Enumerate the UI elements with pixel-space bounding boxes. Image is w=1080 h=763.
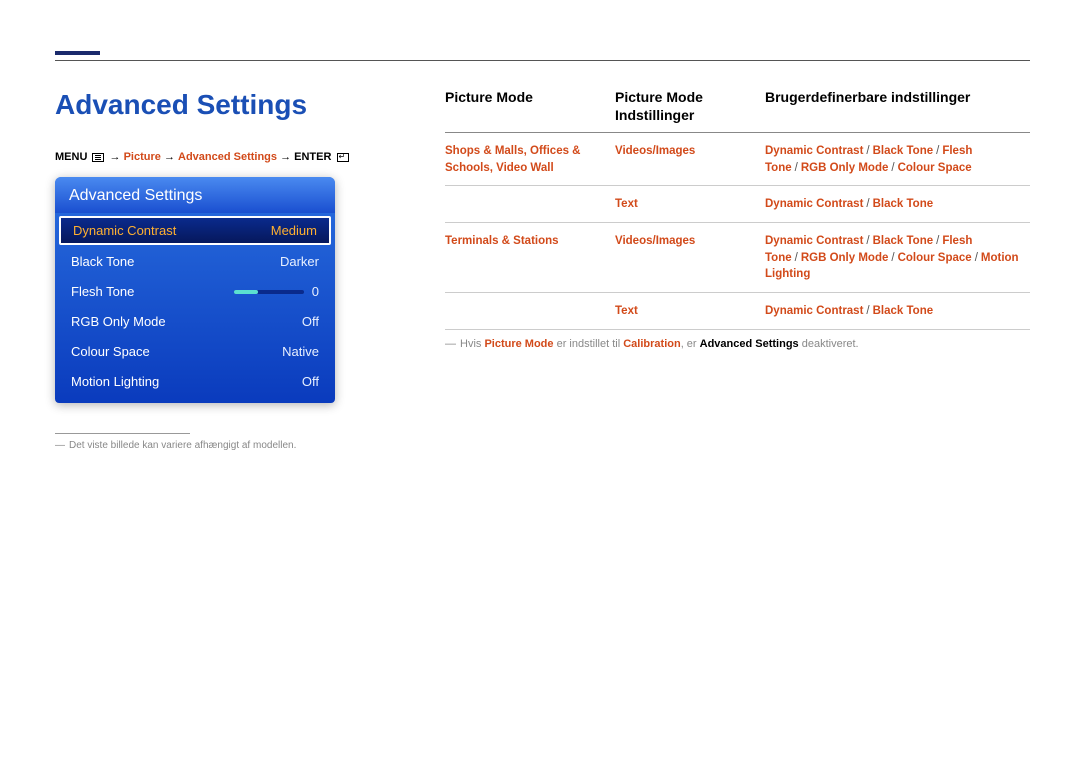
osd-value: Darker [280,254,319,269]
footnote-text: Det viste billede kan variere afhængigt … [69,440,296,451]
cell-picture-mode-setting: Text [615,303,765,320]
bc-advanced: Advanced Settings [178,151,277,163]
th-picture-mode-settings: Picture Mode Indstillinger [615,89,765,124]
breadcrumb: MENU → Picture → Advanced Settings → ENT… [55,151,405,163]
th-user-settings: Brugerdefinerbare indstillinger [765,89,1030,124]
table-row: Shops & Malls, Offices & Schools, Video … [445,133,1030,186]
bc-menu: MENU [55,151,87,163]
table-row: TextDynamic Contrast/Black Tone [445,293,1030,330]
enter-icon [337,153,349,162]
osd-row-black-tone[interactable]: Black Tone Darker [57,247,333,276]
osd-value: Off [302,314,319,329]
bc-picture: Picture [124,151,161,163]
cell-user-settings: Dynamic Contrast/Black Tone/Flesh Tone/R… [765,143,1030,176]
osd-value: Native [282,344,319,359]
footnote-left: ―Det viste billede kan variere afhængigt… [55,440,405,451]
menu-icon [92,153,104,162]
table-row: TextDynamic Contrast/Black Tone [445,186,1030,223]
osd-header: Advanced Settings [55,177,335,213]
arrow-icon: → [110,151,121,163]
settings-table: Picture Mode Picture Mode Indstillinger … [445,89,1030,330]
osd-row-flesh-tone[interactable]: Flesh Tone 0 [57,277,333,306]
osd-label: Colour Space [71,344,150,359]
cell-picture-mode-setting: Videos/Images [615,143,765,160]
cell-user-settings: Dynamic Contrast/Black Tone [765,303,1030,320]
cell-user-settings: Dynamic Contrast/Black Tone/Flesh Tone/R… [765,233,1030,283]
osd-row-rgb-only-mode[interactable]: RGB Only Mode Off [57,307,333,336]
osd-label: Black Tone [71,254,134,269]
arrow-icon: → [164,151,175,163]
osd-row-motion-lighting[interactable]: Motion Lighting Off [57,367,333,396]
osd-label: Dynamic Contrast [73,223,176,238]
osd-row-dynamic-contrast[interactable]: Dynamic Contrast Medium [59,216,331,245]
osd-label: Motion Lighting [71,374,159,389]
osd-row-colour-space[interactable]: Colour Space Native [57,337,333,366]
th-picture-mode: Picture Mode [445,89,615,124]
bc-enter: ENTER [294,151,331,163]
note-right: ―Hvis Picture Mode er indstillet til Cal… [445,338,1030,350]
arrow-icon: → [280,151,291,163]
table-row: Terminals & StationsVideos/ImagesDynamic… [445,223,1030,293]
cell-picture-mode-setting: Videos/Images [615,233,765,250]
cell-user-settings: Dynamic Contrast/Black Tone [765,196,1030,213]
cell-picture-mode: Terminals & Stations [445,233,615,250]
cell-picture-mode: Shops & Malls, Offices & Schools, Video … [445,143,615,176]
page-title: Advanced Settings [55,89,405,121]
slider[interactable] [234,290,304,294]
osd-value: Medium [271,223,317,238]
cell-picture-mode-setting: Text [615,196,765,213]
osd-value: 0 [312,284,319,299]
osd-panel: Advanced Settings Dynamic Contrast Medium… [55,177,335,403]
osd-label: RGB Only Mode [71,314,166,329]
osd-value: Off [302,374,319,389]
osd-label: Flesh Tone [71,284,134,299]
